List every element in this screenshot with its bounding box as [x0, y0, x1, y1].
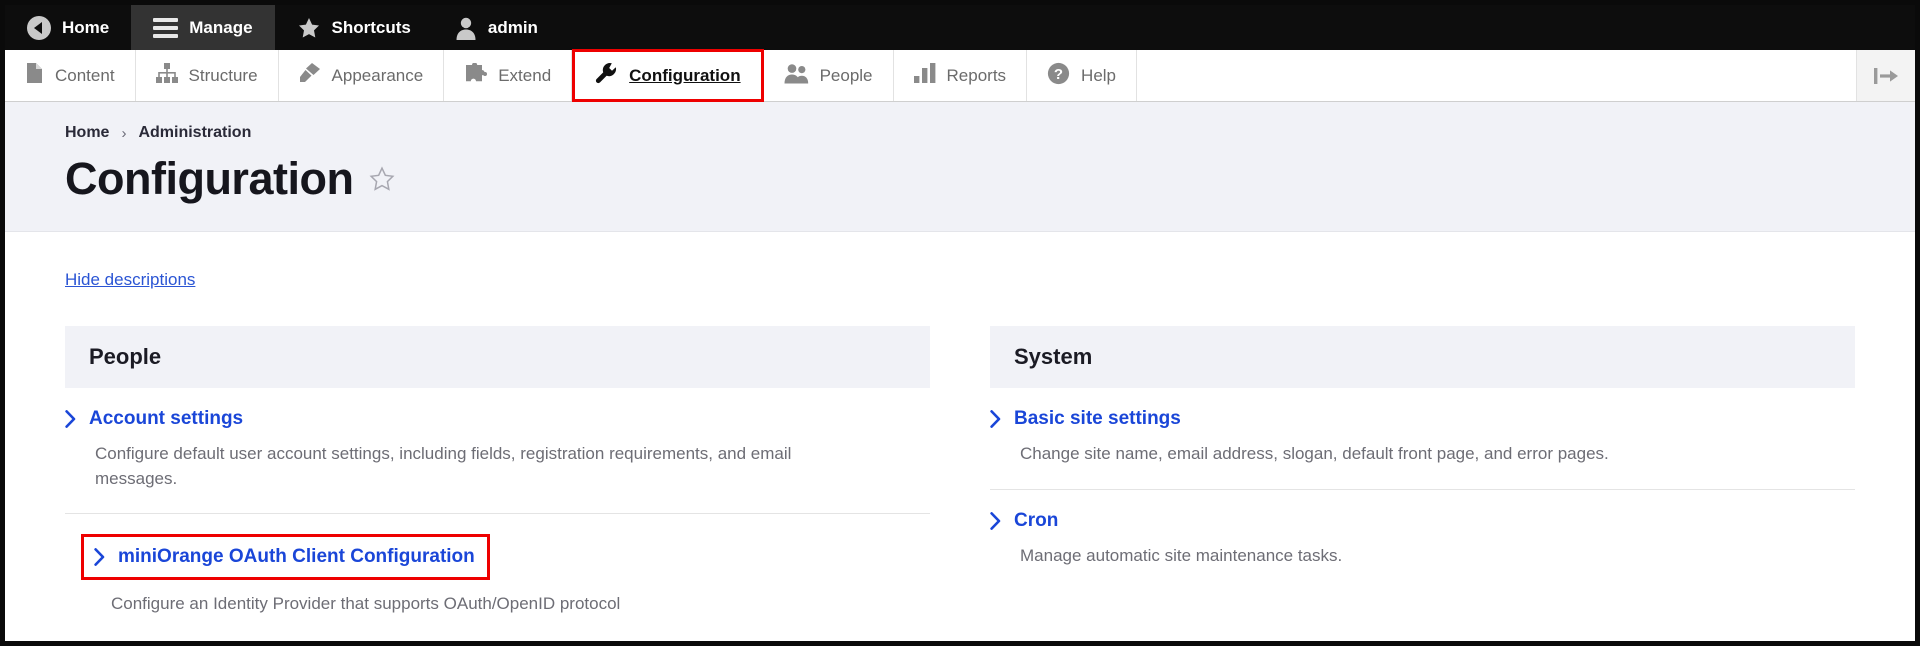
admin-bar-item-label: Shortcuts: [331, 17, 411, 37]
page-title: Configuration: [65, 153, 354, 204]
toolbar-tab-configuration[interactable]: Configuration: [572, 49, 764, 102]
admin-bar-item-user[interactable]: admin: [433, 5, 560, 50]
config-link-label: Basic site settings: [1014, 408, 1181, 429]
admin-bar-item-label: admin: [487, 17, 538, 37]
wrench-icon: [595, 62, 618, 90]
people-icon: [784, 63, 809, 89]
toolbar-spacer: [1137, 50, 1857, 101]
toolbar-tab-content[interactable]: Content: [5, 50, 136, 101]
main-content: Hide descriptions People Account setting: [5, 232, 1915, 639]
hamburger-menu-icon: [153, 17, 179, 38]
list-item: Account settings Configure default user …: [65, 388, 930, 515]
toolbar-tab-help[interactable]: ? Help: [1027, 50, 1138, 101]
panel-system: System Basic site settings Change site n…: [990, 326, 1855, 591]
page-header-band: Home › Administration Configuration: [5, 102, 1915, 232]
vertical-orientation-toggle-icon[interactable]: [1857, 50, 1915, 101]
config-link-label: Account settings: [89, 408, 244, 429]
toolbar-tab-label: Structure: [188, 65, 258, 85]
config-link-miniorange-oauth-client-configuration[interactable]: miniOrange OAuth Client Configuration: [81, 534, 490, 581]
breadcrumb-item-home[interactable]: Home: [65, 124, 109, 142]
chevron-right-icon: [65, 410, 76, 428]
config-link-label: miniOrange OAuth Client Configuration: [118, 546, 475, 568]
panel-people: People Account settings Configure defaul…: [65, 326, 930, 639]
breadcrumb: Home › Administration: [65, 124, 1915, 142]
toolbar-tab-extend[interactable]: Extend: [444, 50, 573, 101]
config-link-description: Manage automatic site maintenance tasks.: [1020, 545, 1343, 565]
list-item: miniOrange OAuth Client Configuration Co…: [65, 514, 930, 639]
admin-bar-item-shortcuts[interactable]: Shortcuts: [275, 5, 433, 50]
toolbar-tab-people[interactable]: People: [764, 50, 894, 101]
config-link-cron[interactable]: Cron: [990, 510, 1855, 532]
config-link-label: Cron: [1014, 509, 1059, 531]
admin-bar-item-label: Manage: [189, 17, 253, 37]
list-item: Cron Manage automatic site maintenance t…: [990, 490, 1855, 591]
admin-toolbar-bar: Home Manage Shortcuts admin: [5, 5, 1915, 50]
toolbar-tab-label: Configuration: [629, 65, 741, 85]
toolbar-tab-label: Reports: [946, 65, 1007, 85]
chevron-right-icon: [990, 511, 1001, 530]
page-title-row: Configuration: [65, 156, 1915, 201]
star-outline-icon[interactable]: [369, 165, 395, 192]
toolbar-tab-label: People: [819, 65, 873, 85]
panel-body: Basic site settings Change site name, em…: [990, 388, 1855, 591]
admin-bar-item-home[interactable]: Home: [5, 5, 131, 50]
toolbar-tab-label: Help: [1081, 65, 1117, 85]
sitemap-icon: [155, 62, 178, 89]
user-avatar-icon: [455, 16, 477, 40]
breadcrumb-item-administration[interactable]: Administration: [138, 124, 251, 142]
svg-text:?: ?: [1054, 66, 1063, 83]
toolbar-tab-structure[interactable]: Structure: [136, 50, 279, 101]
star-icon: [297, 16, 321, 40]
home-back-circle-icon: [27, 15, 51, 40]
panel-title: People: [65, 326, 930, 388]
hide-descriptions-link[interactable]: Hide descriptions: [65, 270, 195, 290]
chevron-right-icon: [94, 548, 105, 567]
admin-bar-item-label: Home: [62, 17, 110, 37]
list-item: Basic site settings Change site name, em…: [990, 388, 1855, 490]
panel-body: Account settings Configure default user …: [65, 388, 930, 639]
panel-title: System: [990, 326, 1855, 388]
configuration-panels: People Account settings Configure defaul…: [65, 326, 1855, 639]
toolbar-tab-appearance[interactable]: Appearance: [279, 50, 445, 101]
config-link-account-settings[interactable]: Account settings: [65, 408, 930, 430]
paintbrush-icon: [299, 62, 321, 89]
toolbar-tab-label: Content: [55, 65, 115, 85]
breadcrumb-separator-icon: ›: [121, 124, 127, 142]
admin-bar-item-manage[interactable]: Manage: [131, 5, 275, 50]
config-link-description: Configure default user account settings,…: [95, 444, 792, 488]
question-circle-icon: ?: [1047, 62, 1070, 90]
config-link-basic-site-settings[interactable]: Basic site settings: [990, 408, 1855, 430]
bar-chart-icon: [913, 63, 936, 88]
config-link-description: Change site name, email address, slogan,…: [1020, 444, 1609, 463]
puzzle-piece-icon: [464, 61, 488, 89]
admin-secondary-toolbar: Content Structure Appearance Extend Conf…: [5, 49, 1915, 102]
toolbar-tab-label: Extend: [498, 65, 552, 85]
chevron-right-icon: [990, 410, 1001, 428]
toolbar-tab-label: Appearance: [331, 65, 424, 85]
toolbar-tab-reports[interactable]: Reports: [894, 50, 1028, 101]
config-link-description: Configure an Identity Provider that supp…: [111, 594, 621, 614]
screenshot-root: Home Manage Shortcuts admin Content Stru…: [0, 0, 1920, 646]
document-icon: [25, 62, 44, 89]
